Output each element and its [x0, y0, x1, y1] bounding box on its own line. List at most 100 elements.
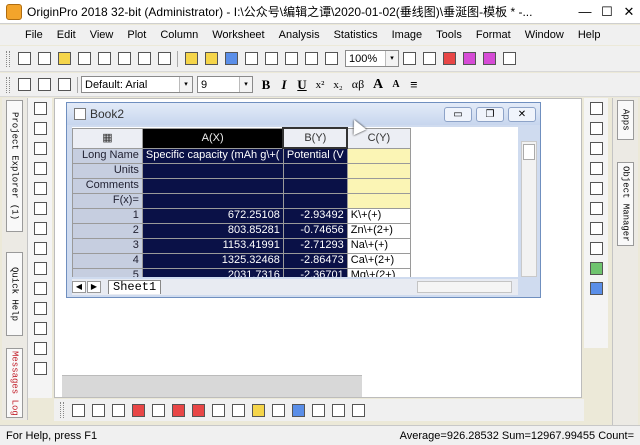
cell-b-long-name[interactable]: Potential (V: [282, 147, 348, 164]
sheet-tab[interactable]: Sheet1: [108, 280, 162, 294]
menu-view[interactable]: View: [83, 25, 121, 45]
new-graph-icon[interactable]: [75, 50, 93, 68]
new-layout-icon[interactable]: [135, 50, 153, 68]
results-log-icon[interactable]: [460, 50, 478, 68]
new-worksheet-icon[interactable]: [35, 50, 53, 68]
3d-plot-icon[interactable]: [289, 401, 307, 419]
stat-plot-icon[interactable]: [169, 401, 187, 419]
quick-help-tab[interactable]: Quick Help: [6, 252, 23, 336]
layer-tools-icon[interactable]: [587, 99, 605, 117]
recalculate-icon[interactable]: [587, 259, 605, 277]
region-select-icon[interactable]: [31, 219, 49, 237]
cell-b-comments[interactable]: [282, 177, 348, 194]
mask-points-icon[interactable]: [31, 259, 49, 277]
column-plot-icon[interactable]: [129, 401, 147, 419]
row-number[interactable]: 4: [72, 252, 143, 269]
menu-edit[interactable]: Edit: [50, 25, 83, 45]
row-label-long-name[interactable]: Long Name: [72, 147, 143, 164]
cell-b-units[interactable]: [282, 162, 348, 179]
rescale-icon[interactable]: [587, 119, 605, 137]
legend-icon[interactable]: [587, 159, 605, 177]
menu-plot[interactable]: Plot: [120, 25, 153, 45]
zoom-in-icon[interactable]: [31, 119, 49, 137]
superscript-button[interactable]: x²: [311, 79, 329, 91]
merge-icon[interactable]: [587, 239, 605, 257]
close-button[interactable]: ✕: [618, 1, 640, 23]
cell-b[interactable]: -2.93492: [282, 207, 348, 224]
cell-c[interactable]: Na\+(+): [346, 237, 411, 254]
zoom-select[interactable]: 100% ▾: [345, 50, 399, 67]
cell-b[interactable]: -2.71293: [282, 237, 348, 254]
cell-a[interactable]: 1325.32468: [141, 252, 284, 269]
cut-icon[interactable]: [15, 76, 33, 94]
cell-a[interactable]: 803.85281: [141, 222, 284, 239]
rectangle-tool-icon[interactable]: [31, 359, 49, 377]
menu-format[interactable]: Format: [469, 25, 518, 45]
row-number[interactable]: 3: [72, 237, 143, 254]
line-symbol-plot-icon[interactable]: [109, 401, 127, 419]
book-minimize-button[interactable]: ▭: [444, 106, 472, 122]
new-function-icon[interactable]: [115, 50, 133, 68]
menu-image[interactable]: Image: [385, 25, 430, 45]
subscript-button[interactable]: x₂: [329, 79, 347, 91]
scroll-thumb[interactable]: [523, 144, 535, 160]
menu-window[interactable]: Window: [518, 25, 571, 45]
run-icon[interactable]: [587, 279, 605, 297]
cell-a-formula[interactable]: [141, 192, 284, 209]
line-plot-icon[interactable]: [69, 401, 87, 419]
chevron-down-icon[interactable]: ▾: [179, 77, 192, 92]
project-explorer-tab[interactable]: Project Explorer (1): [6, 100, 23, 232]
menu-analysis[interactable]: Analysis: [272, 25, 327, 45]
row-label-comments[interactable]: Comments: [72, 177, 143, 194]
object-manager-tab[interactable]: Object Manager: [617, 162, 634, 246]
scale-icon[interactable]: [31, 159, 49, 177]
menu-file[interactable]: File: [18, 25, 50, 45]
add-column-icon[interactable]: [500, 50, 518, 68]
cell-c[interactable]: Mg\+(2+): [346, 267, 411, 277]
new-project-icon[interactable]: [15, 50, 33, 68]
copy-icon[interactable]: [35, 76, 53, 94]
save-project-icon[interactable]: [222, 50, 240, 68]
zoom-in-icon[interactable]: [400, 50, 418, 68]
zoom-out-icon[interactable]: [31, 139, 49, 157]
menu-statistics[interactable]: Statistics: [327, 25, 385, 45]
cell-a[interactable]: 672.25108: [141, 207, 284, 224]
print-icon[interactable]: [302, 50, 320, 68]
color-scale-icon[interactable]: [587, 199, 605, 217]
script-window-icon[interactable]: [420, 50, 438, 68]
open-template-icon[interactable]: [202, 50, 220, 68]
layer-add-icon[interactable]: [587, 219, 605, 237]
timestamp-icon[interactable]: [587, 179, 605, 197]
increase-font-button[interactable]: A: [369, 77, 387, 93]
cell-b[interactable]: -0.74656: [282, 222, 348, 239]
select-all-corner[interactable]: ▦: [72, 127, 143, 149]
sheet-prev-button[interactable]: ◀: [72, 281, 86, 293]
line-tool-icon[interactable]: [31, 339, 49, 357]
font-size-select[interactable]: 9 ▾: [197, 76, 253, 93]
apps-tab[interactable]: Apps: [617, 100, 634, 140]
contour-plot-icon[interactable]: [309, 401, 327, 419]
cell-c-units[interactable]: [346, 162, 411, 179]
annotation-icon[interactable]: [31, 299, 49, 317]
column-header-b[interactable]: B(Y): [282, 127, 349, 149]
menu-help[interactable]: Help: [571, 25, 608, 45]
save-window-icon[interactable]: [242, 50, 260, 68]
toolbar-grip[interactable]: [6, 76, 10, 93]
column-header-a[interactable]: A(X): [141, 127, 284, 149]
row-number[interactable]: 1: [72, 207, 143, 224]
cell-c-long-name[interactable]: [346, 147, 411, 164]
text-tool-icon[interactable]: [31, 279, 49, 297]
multi-panel-icon[interactable]: [149, 401, 167, 419]
bold-button[interactable]: B: [257, 77, 275, 93]
cell-a[interactable]: 1153.41991: [141, 237, 284, 254]
cell-a-units[interactable]: [141, 162, 284, 179]
cell-a-comments[interactable]: [141, 177, 284, 194]
menu-tools[interactable]: Tools: [429, 25, 469, 45]
align-button[interactable]: ≡: [405, 77, 423, 93]
minimize-button[interactable]: —: [574, 1, 596, 23]
row-number[interactable]: 5: [72, 267, 143, 277]
cell-b[interactable]: -2.36701: [282, 267, 348, 277]
toolbar-grip[interactable]: [6, 50, 10, 67]
cell-a[interactable]: 2031.7316: [141, 267, 284, 277]
vector-plot-icon[interactable]: [209, 401, 227, 419]
